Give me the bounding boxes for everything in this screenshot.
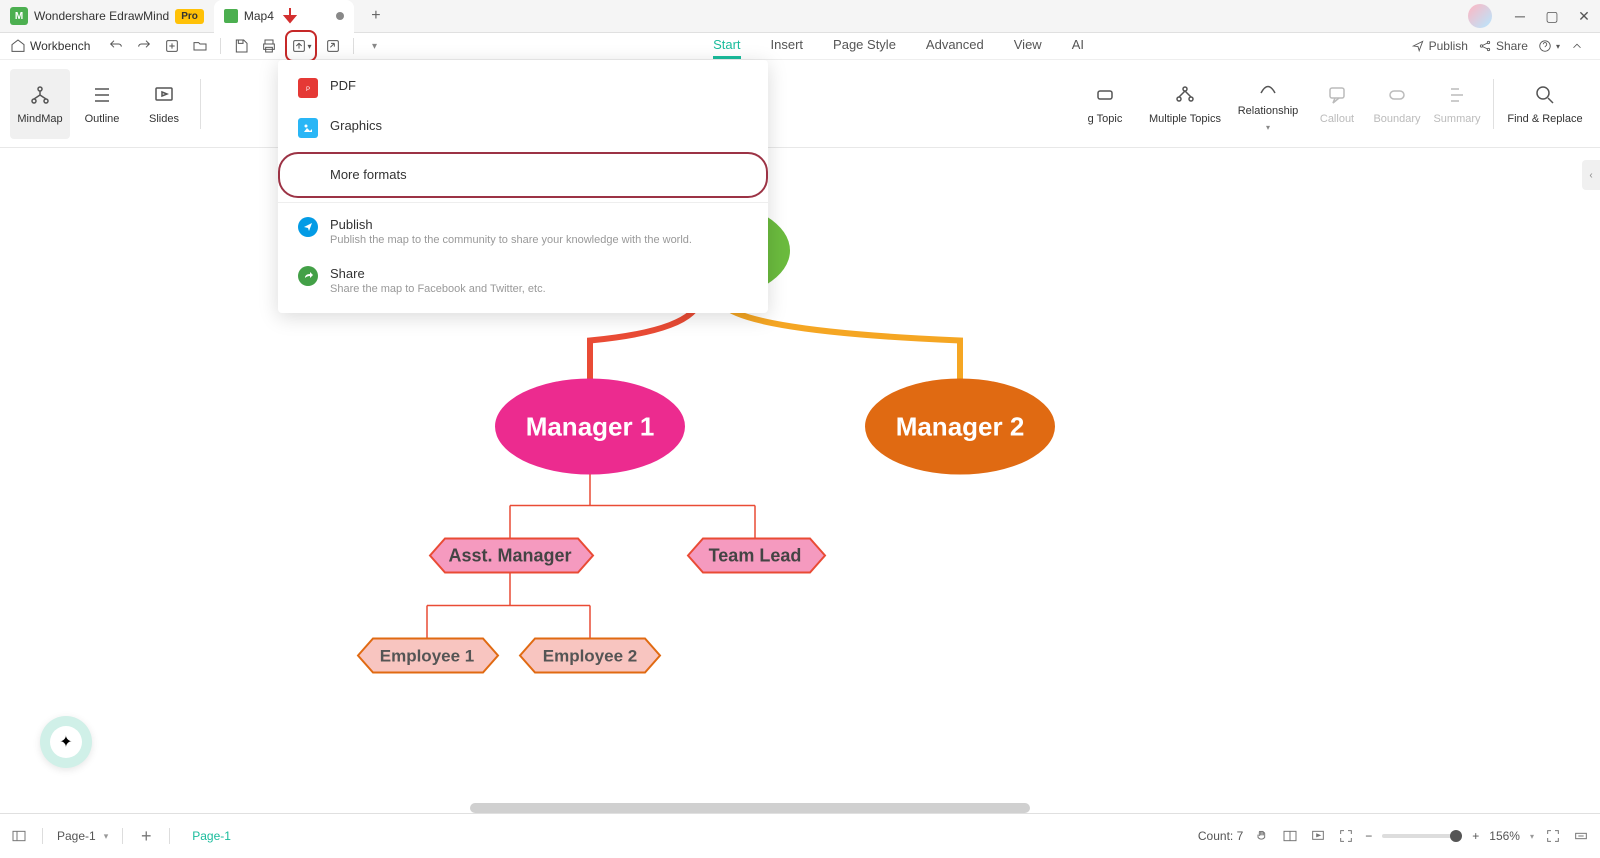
doc-icon — [224, 9, 238, 23]
app-tab[interactable]: M Wondershare EdrawMind Pro — [0, 0, 214, 33]
app-logo-icon: M — [10, 7, 28, 25]
svg-text:Employee 1: Employee 1 — [380, 647, 475, 666]
svg-text:Team Lead: Team Lead — [709, 546, 802, 566]
zoom-out-button[interactable]: − — [1365, 829, 1372, 843]
share-arrow-icon — [298, 266, 318, 286]
find-replace-button[interactable]: Find & Replace — [1500, 69, 1590, 139]
presentation-button[interactable] — [1309, 827, 1327, 845]
help-button[interactable]: ▾ — [1538, 39, 1560, 53]
outline-view-button[interactable]: Outline — [72, 69, 132, 139]
mindmap-view-button[interactable]: MindMap — [10, 69, 70, 139]
minimize-button[interactable]: ─ — [1504, 0, 1536, 32]
export-more-formats-item[interactable]: More formats — [278, 152, 768, 198]
user-avatar[interactable] — [1468, 4, 1492, 28]
pdf-icon: P — [298, 78, 318, 98]
doc-title: Map4 — [244, 9, 274, 23]
export-graphics-item[interactable]: Graphics — [278, 108, 768, 148]
new-button[interactable] — [160, 34, 184, 58]
page-selector[interactable]: Page-1 ▾ — [57, 829, 108, 843]
pro-badge: Pro — [175, 9, 204, 24]
export-pdf-item[interactable]: P PDF — [278, 68, 768, 108]
hand-tool-button[interactable] — [1253, 827, 1271, 845]
new-tab-button[interactable]: + — [362, 2, 390, 30]
share-button[interactable]: Share — [1478, 39, 1528, 53]
horizontal-scrollbar[interactable] — [470, 803, 1030, 813]
slides-view-button[interactable]: Slides — [134, 69, 194, 139]
boundary-button[interactable]: Boundary — [1367, 69, 1427, 139]
relationship-button[interactable]: Relationship ▾ — [1229, 69, 1307, 139]
summary-button[interactable]: Summary — [1427, 69, 1487, 139]
tab-insert[interactable]: Insert — [771, 33, 804, 59]
red-arrow-annotation — [280, 6, 300, 26]
callout-button[interactable]: Callout — [1307, 69, 1367, 139]
import-button[interactable] — [321, 34, 345, 58]
fullscreen-button[interactable] — [1544, 827, 1562, 845]
image-icon — [298, 118, 318, 138]
export-share-item[interactable]: Share Share the map to Facebook and Twit… — [278, 256, 768, 305]
export-dropdown: P PDF Graphics More formats Publish Publ… — [278, 60, 768, 313]
publish-icon — [298, 217, 318, 237]
tab-page-style[interactable]: Page Style — [833, 33, 896, 59]
svg-text:P: P — [306, 87, 310, 93]
tab-advanced[interactable]: Advanced — [926, 33, 984, 59]
export-publish-item[interactable]: Publish Publish the map to the community… — [278, 207, 768, 256]
workbench-button[interactable]: Workbench — [10, 38, 90, 54]
read-mode-button[interactable] — [1281, 827, 1299, 845]
undo-button[interactable] — [104, 34, 128, 58]
more-toolbar-button[interactable]: ▾ — [362, 34, 386, 58]
outline-panel-toggle[interactable] — [10, 827, 28, 845]
document-tab[interactable]: Map4 — [214, 0, 354, 33]
export-button-highlight: ▾ — [285, 30, 317, 62]
open-button[interactable] — [188, 34, 212, 58]
page-tab-1[interactable]: Page-1 — [184, 825, 239, 847]
node-count: Count: 7 — [1198, 829, 1243, 843]
collapse-ribbon-button[interactable] — [1570, 39, 1584, 53]
tab-ai[interactable]: AI — [1072, 33, 1084, 59]
svg-text:Employee 2: Employee 2 — [543, 647, 638, 666]
svg-text:Manager 2: Manager 2 — [896, 412, 1025, 442]
mindmap-canvas[interactable]: Manager 1 Manager 2 Asst. Manager Team L… — [0, 148, 1600, 813]
close-button[interactable]: ✕ — [1568, 0, 1600, 32]
add-page-button[interactable]: + — [137, 827, 155, 845]
export-button[interactable]: ▾ — [289, 34, 313, 58]
svg-text:Manager 1: Manager 1 — [526, 412, 655, 442]
ai-icon: ✦ — [50, 726, 82, 758]
zoom-slider[interactable] — [1382, 834, 1462, 838]
tab-start[interactable]: Start — [713, 33, 740, 59]
publish-button[interactable]: Publish — [1411, 39, 1468, 53]
zoom-in-button[interactable]: + — [1472, 829, 1479, 843]
right-panel-toggle[interactable]: ‹ — [1582, 160, 1600, 190]
redo-button[interactable] — [132, 34, 156, 58]
floating-topic-button[interactable]: g Topic — [1069, 69, 1141, 139]
svg-text:Asst. Manager: Asst. Manager — [448, 546, 571, 566]
print-button[interactable] — [257, 34, 281, 58]
app-title: Wondershare EdrawMind — [34, 9, 169, 23]
fit-page-button[interactable] — [1337, 827, 1355, 845]
ai-assistant-button[interactable]: ✦ — [40, 716, 92, 768]
maximize-button[interactable]: ▢ — [1536, 0, 1568, 32]
tab-view[interactable]: View — [1014, 33, 1042, 59]
multiple-topics-button[interactable]: Multiple Topics — [1141, 69, 1229, 139]
tab-modified-dot — [336, 12, 344, 20]
hide-panel-button[interactable] — [1572, 827, 1590, 845]
save-button[interactable] — [229, 34, 253, 58]
zoom-level[interactable]: 156% — [1489, 829, 1520, 843]
